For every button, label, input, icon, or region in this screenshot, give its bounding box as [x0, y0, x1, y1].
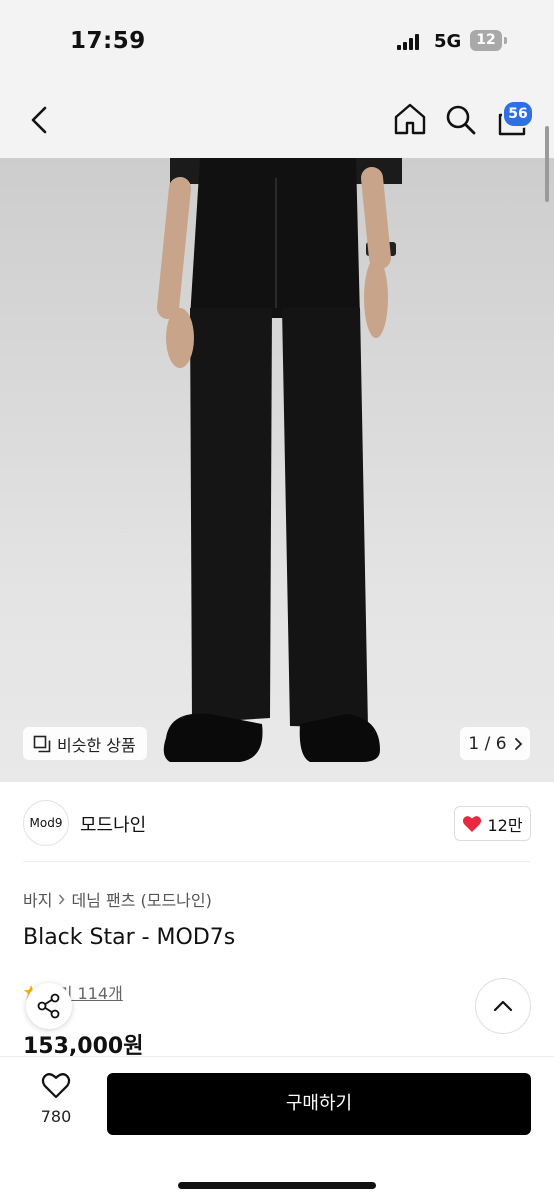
like-count: 12만	[487, 815, 523, 835]
similar-products-label: 비슷한 상품	[57, 735, 136, 755]
status-bar: 17:59 5G 12	[0, 0, 554, 80]
breadcrumb-category[interactable]: 바지	[23, 887, 52, 911]
home-indicator	[178, 1182, 376, 1189]
product-photo-jeans	[157, 158, 402, 762]
search-icon[interactable]	[445, 104, 477, 136]
scrollbar-thumb[interactable]	[545, 126, 549, 202]
image-pager[interactable]: 1 / 6	[460, 727, 530, 760]
home-icon[interactable]	[393, 102, 427, 136]
status-time: 17:59	[70, 28, 146, 54]
heart-filled-icon	[463, 815, 482, 832]
wishlist-count: 780	[40, 1107, 72, 1126]
share-icon	[37, 993, 60, 1019]
chevron-up-icon	[493, 1000, 513, 1012]
battery-tip	[504, 37, 507, 44]
breadcrumb: 바지 데님 팬츠 (모드나인)	[23, 887, 212, 911]
buy-button[interactable]: 구매하기	[107, 1073, 531, 1135]
similar-products-button[interactable]: 비슷한 상품	[23, 727, 147, 760]
like-button[interactable]: 12만	[454, 806, 531, 841]
cart-count-badge: 56	[502, 100, 534, 128]
product-image[interactable]	[0, 158, 554, 782]
brand-name[interactable]: 모드나인	[80, 811, 146, 837]
wishlist-button[interactable]: 780	[28, 1072, 84, 1126]
share-button[interactable]	[26, 983, 72, 1029]
breadcrumb-subcategory[interactable]: 데님 팬츠 (모드나인)	[71, 887, 211, 911]
chevron-right-icon	[514, 737, 522, 750]
back-chevron-icon[interactable]	[28, 105, 52, 135]
heart-outline-icon	[41, 1073, 71, 1099]
page-indicator: 1 / 6	[468, 733, 507, 754]
brand-logo[interactable]: Mod9	[23, 800, 69, 846]
signal-icon	[397, 34, 423, 50]
divider	[23, 861, 530, 862]
battery-icon: 12	[470, 30, 502, 51]
scroll-to-top-button[interactable]	[475, 978, 531, 1034]
network-type: 5G	[434, 31, 462, 52]
similar-items-icon	[33, 735, 51, 752]
product-title: Black Star - MOD7s	[23, 925, 236, 950]
breadcrumb-chevron-icon	[59, 894, 65, 904]
